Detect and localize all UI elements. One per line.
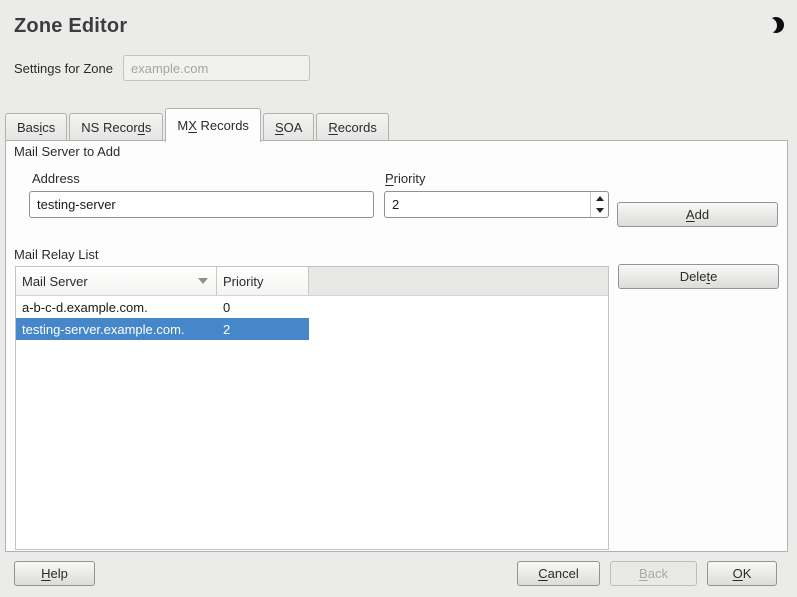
- spin-down-button[interactable]: [591, 205, 608, 218]
- address-input[interactable]: [29, 191, 374, 218]
- zone-editor-dialog: Zone Editor ☀ Settings for Zone Basics N…: [0, 0, 797, 597]
- column-header-filler: [309, 267, 608, 295]
- mail-relay-table: Mail Server Priority a-b-c-d.example.com…: [15, 266, 609, 550]
- arrow-down-icon: [596, 208, 604, 213]
- page-title: Zone Editor: [14, 15, 127, 38]
- zone-settings-label: Settings for Zone: [14, 61, 113, 76]
- tab-records[interactable]: Records: [316, 113, 388, 141]
- priority-label: Priority: [385, 171, 425, 186]
- cancel-button[interactable]: Cancel: [517, 561, 600, 586]
- zone-settings-row: Settings for Zone: [14, 55, 310, 81]
- mail-relay-list-label: Mail Relay List: [14, 247, 99, 262]
- ok-button[interactable]: OK: [707, 561, 777, 586]
- tab-ns-records[interactable]: NS Records: [69, 113, 163, 141]
- sort-descending-icon: [198, 278, 208, 284]
- add-button[interactable]: Add: [617, 202, 778, 227]
- tab-soa[interactable]: SOA: [263, 113, 314, 141]
- help-button[interactable]: Help: [14, 561, 95, 586]
- spin-up-button[interactable]: [591, 192, 608, 205]
- moon-icon: [768, 17, 784, 33]
- tab-mx-records[interactable]: MX Records: [165, 108, 261, 142]
- tab-bar: Basics NS Records MX Records SOA Records: [5, 107, 391, 141]
- priority-spinbox: [384, 191, 609, 218]
- delete-button[interactable]: Delete: [618, 264, 779, 289]
- address-label: Address: [32, 171, 80, 186]
- arrow-up-icon: [596, 196, 604, 201]
- mx-records-panel: Mail Server to Add Address Priority Add …: [5, 140, 788, 552]
- tab-basics[interactable]: Basics: [5, 113, 67, 141]
- table-row[interactable]: a-b-c-d.example.com. 0: [16, 296, 309, 318]
- column-header-mail-server[interactable]: Mail Server: [16, 267, 217, 295]
- back-button[interactable]: Back: [610, 561, 697, 586]
- day-night-icon: ☀: [762, 17, 786, 35]
- column-header-priority[interactable]: Priority: [217, 267, 309, 295]
- zone-name-input: [123, 55, 310, 81]
- priority-spin-buttons: [590, 192, 608, 217]
- table-row-selected[interactable]: testing-server.example.com. 2: [16, 318, 309, 340]
- priority-input[interactable]: [384, 191, 609, 218]
- mail-server-to-add-label: Mail Server to Add: [14, 144, 120, 159]
- table-header: Mail Server Priority: [16, 267, 608, 296]
